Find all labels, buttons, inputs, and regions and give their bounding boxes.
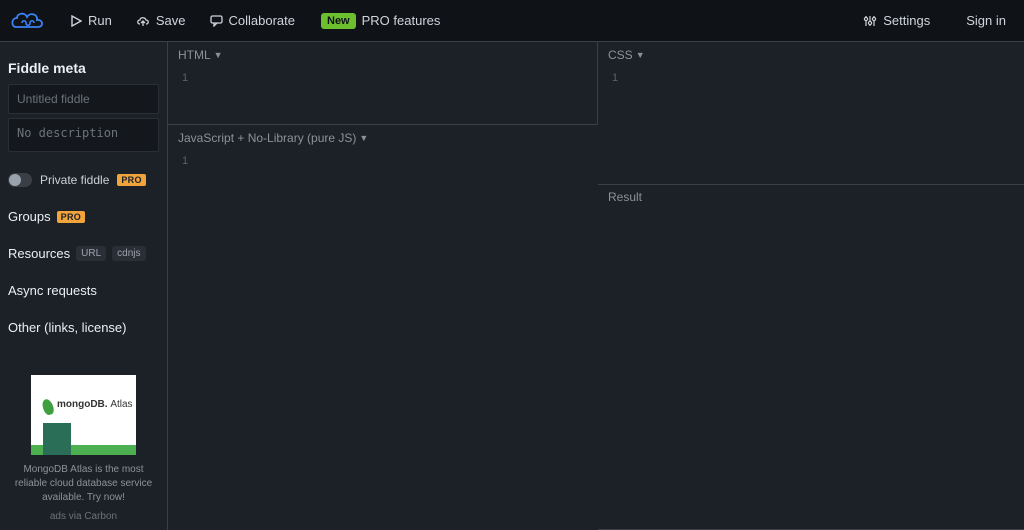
line-number: 1 (168, 155, 202, 167)
settings-label: Settings (883, 13, 930, 28)
fiddle-meta-title: Fiddle meta (8, 60, 159, 76)
run-label: Run (88, 13, 112, 28)
caret-down-icon: ▼ (636, 50, 645, 60)
save-label: Save (156, 13, 186, 28)
save-button[interactable]: Save (128, 9, 194, 32)
other-label: Other (links, license) (8, 320, 126, 335)
css-pane[interactable]: CSS ▼ 1 Result (598, 42, 1024, 530)
cloud-save-icon (136, 15, 150, 27)
ad-block[interactable]: mongoDB. Atlas MongoDB Atlas is the most… (0, 365, 167, 530)
html-pane-label[interactable]: HTML ▼ (178, 48, 223, 62)
run-button[interactable]: Run (62, 9, 120, 32)
sliders-icon (863, 15, 877, 27)
pro-badge: PRO (117, 174, 145, 186)
cdnjs-chip: cdnjs (112, 246, 145, 261)
settings-button[interactable]: Settings (855, 9, 938, 32)
async-label: Async requests (8, 283, 97, 298)
js-pane[interactable]: JavaScript + No-Library (pure JS) ▼ 1 (168, 125, 598, 530)
result-pane-label: Result (608, 190, 642, 204)
groups-label: Groups (8, 209, 51, 224)
sign-in-link[interactable]: Sign in (958, 9, 1014, 32)
play-icon (70, 15, 82, 27)
private-label: Private fiddle (40, 173, 109, 187)
css-pane-label[interactable]: CSS ▼ (608, 48, 645, 62)
ad-via: ads via Carbon (6, 511, 161, 522)
resources-section[interactable]: Resources URL cdnjs (8, 246, 159, 261)
top-header: Run Save Collaborate New PRO features Se… (0, 0, 1024, 42)
logo[interactable] (10, 9, 48, 33)
editor-grid: HTML ▼ 1 CSS ▼ 1 Result JavaScript + No-… (168, 42, 1024, 530)
pane-splitter[interactable] (598, 184, 1024, 185)
chat-icon (210, 15, 223, 27)
main: Fiddle meta Private fiddle PRO Groups PR… (0, 42, 1024, 530)
ad-text: MongoDB Atlas is the most reliable cloud… (6, 463, 161, 505)
line-number: 1 (168, 72, 202, 84)
new-badge: New (321, 13, 356, 29)
async-section[interactable]: Async requests (8, 283, 159, 298)
private-toggle[interactable] (8, 173, 32, 187)
caret-down-icon: ▼ (359, 133, 368, 143)
caret-down-icon: ▼ (214, 50, 223, 60)
sidebar: Fiddle meta Private fiddle PRO Groups PR… (0, 42, 168, 530)
private-fiddle-row: Private fiddle PRO (8, 173, 159, 187)
url-chip: URL (76, 246, 106, 261)
collaborate-button[interactable]: Collaborate (202, 9, 304, 32)
fiddle-title-input[interactable] (8, 84, 159, 114)
js-pane-label[interactable]: JavaScript + No-Library (pure JS) ▼ (178, 131, 368, 145)
ad-image: mongoDB. Atlas (31, 375, 136, 455)
fiddle-desc-input[interactable] (8, 118, 159, 152)
pro-badge: PRO (57, 211, 85, 223)
groups-section[interactable]: Groups PRO (8, 209, 159, 224)
html-pane[interactable]: HTML ▼ 1 (168, 42, 598, 125)
other-section[interactable]: Other (links, license) (8, 320, 159, 335)
line-number: 1 (598, 72, 632, 84)
pro-features-link[interactable]: PRO features (362, 13, 441, 28)
resources-label: Resources (8, 246, 70, 261)
collaborate-label: Collaborate (229, 13, 296, 28)
